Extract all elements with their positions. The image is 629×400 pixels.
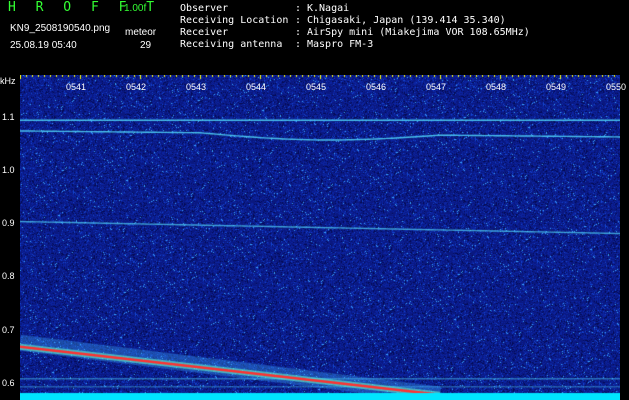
meteor-count-value: 29 [140,40,152,51]
y-tick-label: 0.6 [2,378,15,389]
location-label: Receiving Location [180,15,289,26]
spectrogram [20,75,620,400]
location-separator: : [295,15,302,26]
y-tick-label: 1.1 [2,111,15,122]
observer-label: Observer [180,3,229,14]
receiver-separator: : [295,27,302,38]
observer-separator: : [295,3,302,14]
y-tick-label: 1.0 [2,164,15,175]
x-tick-label: 0544 [246,82,267,92]
y-tick-label: 0.7 [2,324,15,335]
y-axis-unit: kHz [0,76,16,86]
observer-value: K.Nagai [307,3,350,14]
x-tick-label: 0547 [426,82,447,92]
x-tick-label: 0541 [66,82,87,92]
right-margin [620,75,629,400]
x-tick-label: 0543 [186,82,207,92]
y-tick-label: 0.9 [2,218,15,229]
x-tick-label: 0549 [546,82,567,92]
y-tick-label: 0.8 [2,271,15,282]
receiver-value: AirSpy mini (Miakejima VOR 108.65MHz) [307,27,530,38]
version-label: 1.00f [124,3,147,14]
location-value: Chigasaki, Japan (139.414 35.340) [307,15,506,26]
x-tick-label: 0548 [486,82,507,92]
antenna-separator: : [295,39,302,50]
x-tick-label: 0545 [306,82,327,92]
spectrogram-canvas [20,75,620,400]
timestamp-label: 25.08.19 05:40 [10,40,77,51]
header-panel: H R O F F T 1.00f KN9_2508190540.png met… [0,0,629,75]
x-tick-label: 0550 [606,82,627,92]
meteor-count-label: meteor [125,27,157,38]
antenna-label: Receiving antenna [180,39,283,50]
x-tick-label: 0542 [126,82,147,92]
receiver-label: Receiver [180,27,229,38]
x-tick-label: 0546 [366,82,387,92]
antenna-value: Maspro FM-3 [307,39,374,50]
filename-label: KN9_2508190540.png [10,23,111,34]
